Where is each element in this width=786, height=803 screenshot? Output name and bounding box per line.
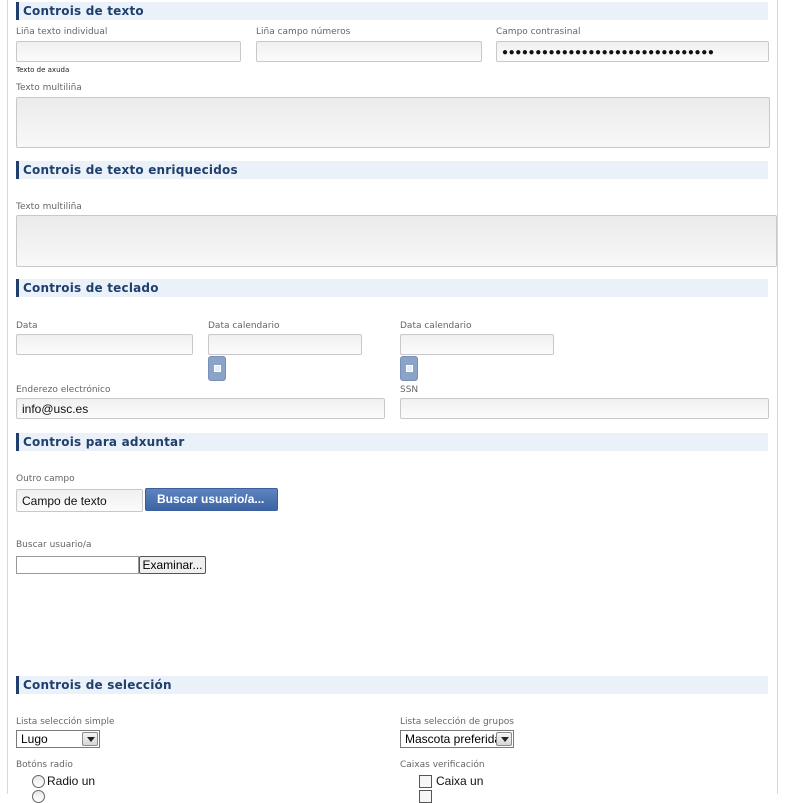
multiline-label: Texto multiliña — [16, 83, 82, 93]
group-list-label: Lista selección de grupos — [400, 717, 514, 727]
calendar-icon[interactable] — [208, 356, 226, 381]
calendar-icon[interactable] — [400, 356, 418, 381]
help-text: Texto de axuda — [16, 66, 70, 74]
date-input[interactable] — [16, 334, 193, 355]
search-user-label: Buscar usuario/a — [16, 540, 92, 550]
calendar-date-label-1: Data calendario — [208, 321, 280, 331]
calendar-date-input-1[interactable] — [208, 334, 362, 355]
radio-option-1-label: Radio un — [47, 774, 96, 788]
password-input[interactable]: ●●●●●●●●●●●●●●●●●●●●●●●●●●●●●●●● — [496, 41, 769, 62]
right-frame-border — [777, 0, 778, 794]
radio-button-1[interactable] — [32, 775, 45, 788]
chevron-down-icon — [82, 732, 98, 746]
numbers-input[interactable] — [256, 41, 482, 62]
rich-text-editor[interactable] — [16, 215, 777, 267]
section-header-attach: Controis para adxuntar — [16, 433, 768, 451]
checkbox-option-1-label: Caixa un — [436, 774, 484, 788]
multiline-textarea[interactable] — [16, 97, 770, 148]
rich-multiline-label: Texto multiliña — [16, 202, 82, 212]
browse-button[interactable]: Examinar... — [139, 556, 206, 574]
group-list-select[interactable]: Mascota preferida — [400, 730, 514, 748]
checkbox-2[interactable] — [419, 790, 432, 803]
single-line-input[interactable] — [16, 41, 241, 62]
password-value: ●●●●●●●●●●●●●●●●●●●●●●●●●●●●●●●● — [502, 47, 715, 58]
other-field-label: Outro campo — [16, 474, 75, 484]
email-input[interactable]: info@usc.es — [16, 398, 385, 419]
checkbox-1[interactable] — [419, 775, 432, 788]
numbers-label: Liña campo números — [256, 27, 351, 37]
search-user-button[interactable]: Buscar usuario/a... — [145, 488, 278, 511]
other-field-value: Campo de texto — [22, 494, 107, 508]
email-label: Enderezo electrónico — [16, 385, 111, 395]
ssn-label: SSN — [400, 385, 419, 395]
simple-list-value: Lugo — [21, 732, 48, 746]
password-label: Campo contrasinal — [496, 27, 581, 37]
section-header-keyboard: Controis de teclado — [16, 279, 768, 297]
single-line-label: Liña texto individual — [16, 27, 108, 37]
section-header-selection: Controis de selección — [16, 676, 768, 694]
section-header-rich-text: Controis de texto enriquecidos — [16, 161, 768, 179]
file-path-input[interactable] — [16, 556, 139, 574]
calendar-date-label-2: Data calendario — [400, 321, 472, 331]
email-value: info@usc.es — [22, 402, 89, 416]
simple-list-label: Lista selección simple — [16, 717, 115, 727]
group-list-value: Mascota preferida — [405, 732, 502, 746]
other-field-input[interactable]: Campo de texto — [16, 489, 143, 512]
checkbox-group-label: Caixas verificación — [400, 760, 485, 770]
chevron-down-icon — [496, 732, 512, 746]
radio-group-label: Botóns radio — [16, 760, 73, 770]
ssn-input[interactable] — [400, 398, 769, 419]
left-frame-border — [7, 0, 8, 794]
section-header-text-controls: Controis de texto — [16, 2, 768, 20]
radio-button-2[interactable] — [32, 790, 45, 803]
calendar-date-input-2[interactable] — [400, 334, 554, 355]
date-label: Data — [16, 321, 38, 331]
simple-list-select[interactable]: Lugo — [16, 730, 100, 748]
